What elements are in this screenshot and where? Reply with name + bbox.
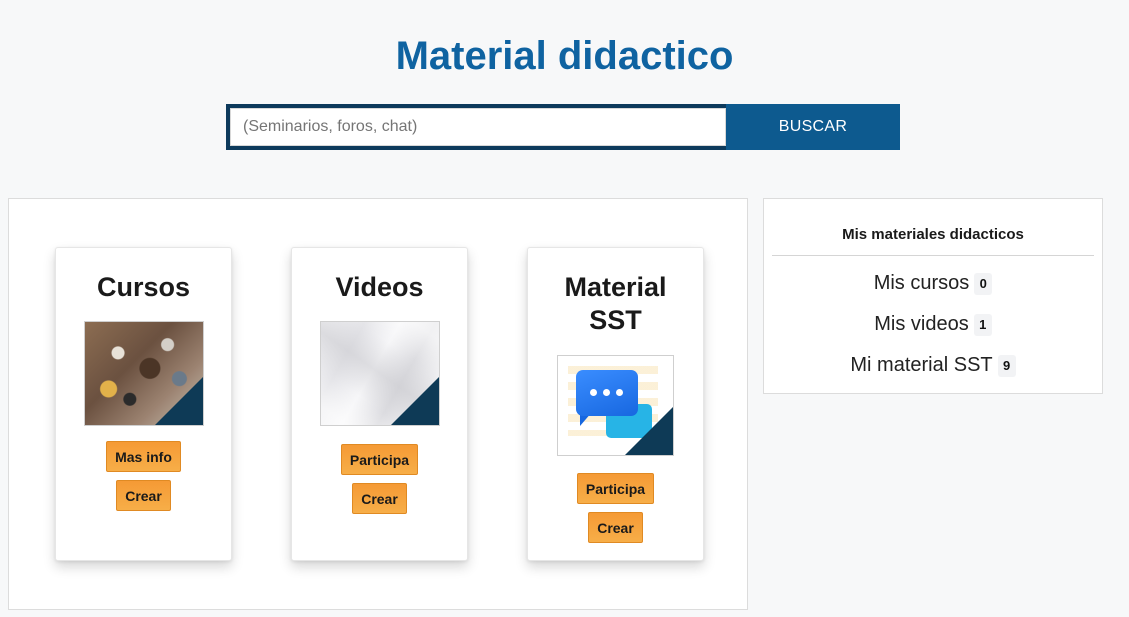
count-badge: 9 <box>997 354 1016 377</box>
card-videos: Videos Participa Crear <box>291 247 468 561</box>
my-materials-sidebar: Mis materiales didacticos Mis cursos 0 Mi… <box>763 198 1103 394</box>
sidebar-title: Mis materiales didacticos <box>842 226 1024 243</box>
corner-decoration <box>625 407 673 455</box>
my-materials-list: Mis cursos 0 Mis videos 1 Mi material SST 9 <box>764 256 1102 377</box>
card-title: Cursos <box>96 272 191 302</box>
videos-image <box>319 321 440 426</box>
sidebar-item-mis-videos[interactable]: Mis videos 1 <box>764 312 1102 336</box>
sidebar-item-label: Mi material SST <box>850 354 993 376</box>
search-button[interactable]: BUSCAR <box>726 104 900 150</box>
card-title: Videos <box>335 272 424 302</box>
count-badge: 0 <box>974 272 993 295</box>
search-bar: BUSCAR <box>226 104 900 150</box>
page-title: Material didactico <box>395 34 734 78</box>
sidebar-item-label: Mis videos <box>874 313 969 335</box>
sst-image <box>557 355 674 456</box>
dot-icon <box>590 389 597 396</box>
materials-panel: Cursos Mas info Crear Videos Participa C… <box>8 198 748 610</box>
cursos-image <box>83 321 204 426</box>
count-badge: 1 <box>973 313 992 336</box>
sidebar-item-mis-cursos[interactable]: Mis cursos 0 <box>764 271 1102 295</box>
mas-info-button[interactable]: Mas info <box>106 441 181 472</box>
participa-videos-button[interactable]: Participa <box>340 444 419 475</box>
sidebar-item-mi-material-sst[interactable]: Mi material SST 9 <box>764 353 1102 377</box>
corner-decoration <box>154 377 203 425</box>
dot-icon <box>603 389 610 396</box>
crear-sst-button[interactable]: Crear <box>588 512 643 543</box>
participa-sst-button[interactable]: Participa <box>576 473 655 504</box>
card-cursos: Cursos Mas info Crear <box>55 247 232 561</box>
card-material-sst: Material SST Participa Crear <box>527 247 704 561</box>
dot-icon <box>616 389 623 396</box>
corner-decoration <box>390 377 439 425</box>
crear-videos-button[interactable]: Crear <box>352 483 407 514</box>
crear-cursos-button[interactable]: Crear <box>116 480 171 511</box>
search-input[interactable] <box>230 108 726 146</box>
card-title: Material SST <box>564 272 667 335</box>
sidebar-item-label: Mis cursos <box>873 272 970 294</box>
